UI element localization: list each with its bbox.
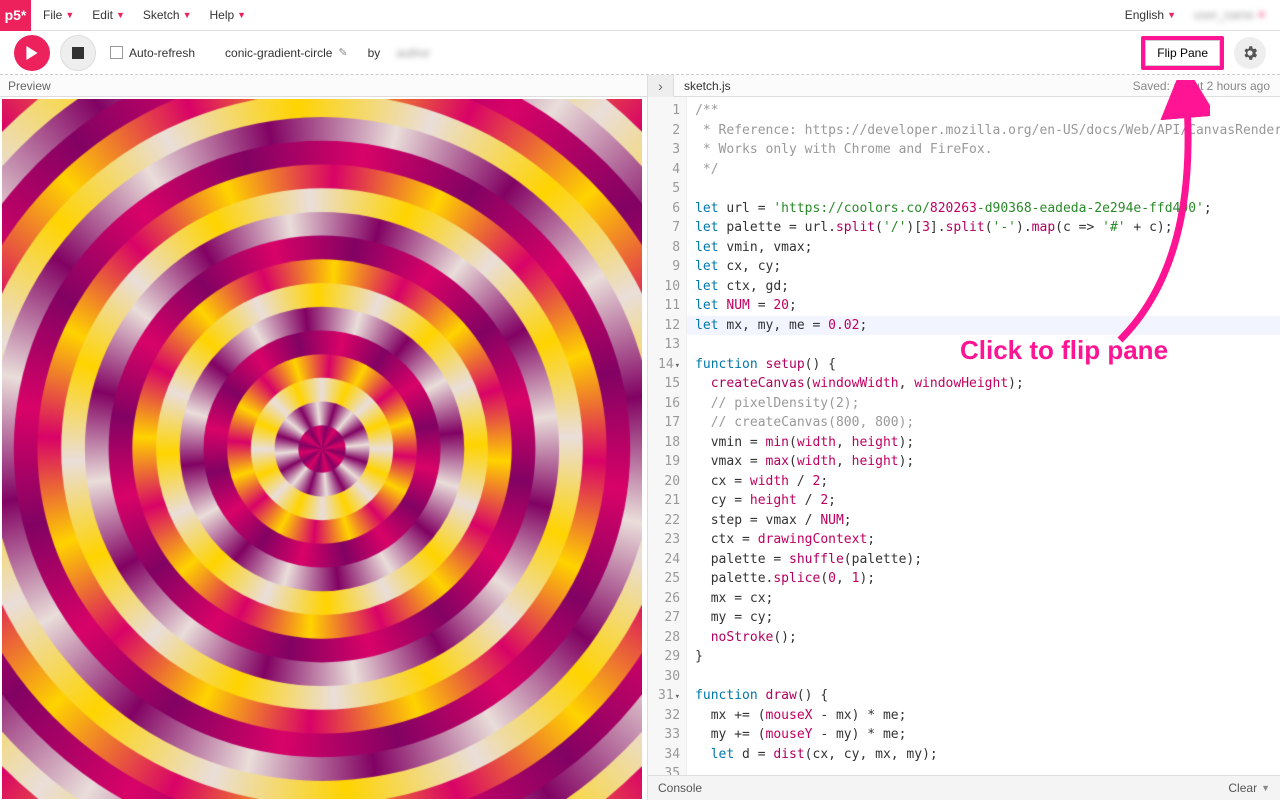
- preview-header: Preview: [0, 75, 647, 97]
- caret-down-icon: ▼: [1167, 10, 1176, 20]
- preview-area[interactable]: [0, 97, 647, 800]
- sidebar-toggle[interactable]: ›: [648, 75, 674, 97]
- menu-edit[interactable]: Edit▼: [92, 8, 125, 22]
- menu-bar: File▼ Edit▼ Sketch▼ Help▼: [31, 8, 1125, 22]
- saved-status: Saved: about 2 hours ago: [1133, 79, 1280, 93]
- caret-down-icon: ▼: [183, 10, 192, 20]
- sketch-name[interactable]: conic-gradient-circle: [225, 46, 332, 60]
- gear-icon: [1241, 44, 1259, 62]
- play-icon: [25, 46, 39, 60]
- menu-file[interactable]: File▼: [43, 8, 74, 22]
- file-tab[interactable]: sketch.js: [674, 79, 741, 93]
- caret-down-icon: ▼: [116, 10, 125, 20]
- auto-refresh-checkbox[interactable]: [110, 46, 123, 59]
- caret-down-icon: ▼: [1261, 783, 1270, 793]
- menu-sketch[interactable]: Sketch▼: [143, 8, 192, 22]
- settings-button[interactable]: [1234, 37, 1266, 69]
- language-menu[interactable]: English▼: [1125, 8, 1176, 22]
- stop-button[interactable]: [60, 35, 96, 71]
- caret-down-icon: ▼: [1257, 10, 1266, 20]
- by-label: by: [368, 46, 381, 60]
- play-button[interactable]: [14, 35, 50, 71]
- flip-pane-button[interactable]: Flip Pane: [1141, 36, 1224, 70]
- menu-help[interactable]: Help▼: [209, 8, 246, 22]
- console-clear-button[interactable]: Clear ▼: [1228, 781, 1270, 795]
- user-menu[interactable]: user_name▼: [1194, 8, 1266, 22]
- auto-refresh-label: Auto-refresh: [129, 46, 195, 60]
- code-editor[interactable]: 1234567891011121314151617181920212223242…: [648, 97, 1280, 775]
- caret-down-icon: ▼: [65, 10, 74, 20]
- chevron-right-icon: ›: [658, 78, 663, 94]
- stop-icon: [72, 47, 84, 59]
- author-name[interactable]: author: [396, 46, 430, 60]
- console-label[interactable]: Console: [658, 781, 702, 795]
- preview-canvas: [2, 99, 642, 799]
- caret-down-icon: ▼: [237, 10, 246, 20]
- logo[interactable]: p5*: [0, 0, 31, 31]
- pencil-icon[interactable]: ✎: [338, 46, 347, 59]
